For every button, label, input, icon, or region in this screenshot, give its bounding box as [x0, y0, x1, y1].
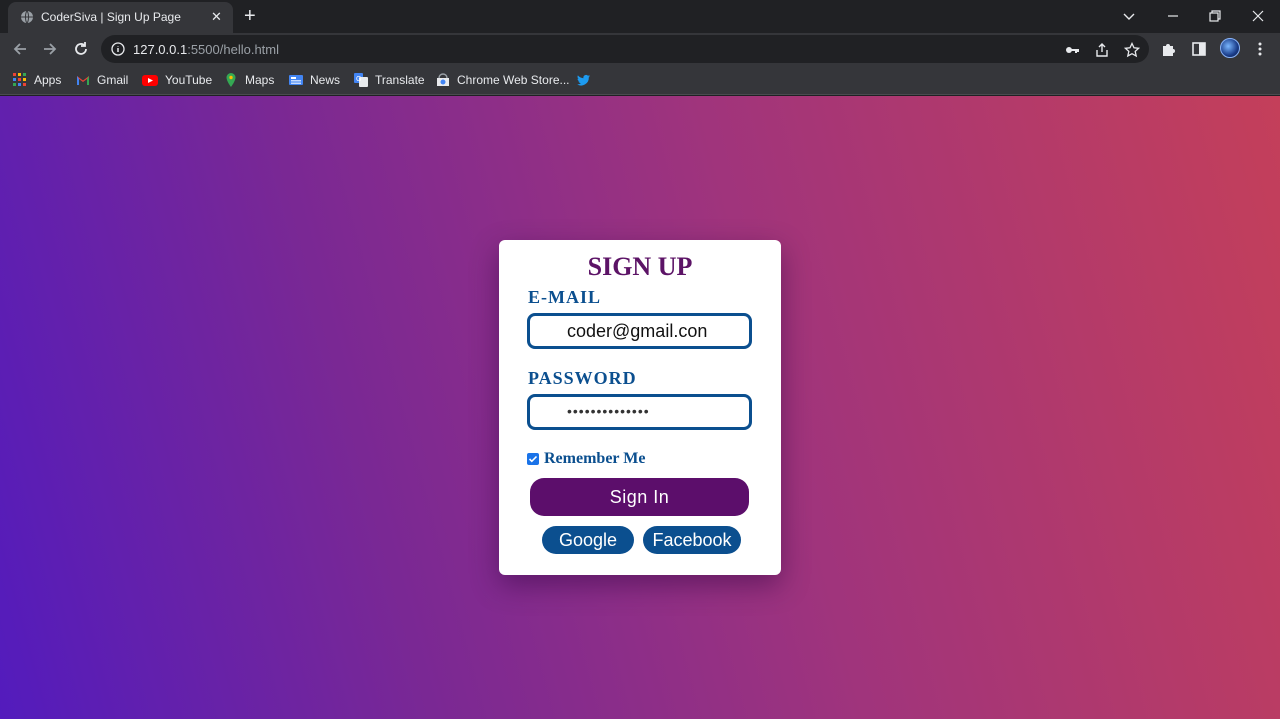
bookmark-maps[interactable]: Maps [224, 71, 274, 89]
bookmark-label: Gmail [97, 73, 129, 87]
browser-toolbar: 127.0.0.1:5500/hello.html [0, 33, 1280, 65]
translate-icon: G [354, 73, 368, 87]
password-label: PASSWORD [528, 368, 637, 388]
bookmark-translate[interactable]: G Translate [354, 71, 425, 89]
close-window-icon[interactable] [1248, 6, 1268, 26]
tab-title: CoderSiva | Sign Up Page [41, 10, 181, 24]
bookmark-label: Chrome Web Store... [457, 73, 570, 87]
sign-in-button[interactable]: Sign In [530, 478, 749, 516]
restore-icon[interactable] [1205, 6, 1225, 26]
gmail-icon [76, 73, 90, 87]
minimize-icon[interactable] [1163, 6, 1183, 26]
remember-me-checkbox[interactable] [527, 453, 539, 465]
more-menu-icon[interactable] [1252, 41, 1268, 57]
bookmark-label: YouTube [165, 73, 213, 87]
password-field[interactable]: •••••••••••••• [527, 394, 752, 430]
new-tab-button[interactable]: + [244, 5, 256, 27]
tab-close-icon[interactable]: ✕ [211, 9, 222, 25]
browser-tab[interactable]: CoderSiva | Sign Up Page ✕ [8, 2, 233, 33]
bookmark-label: Apps [34, 73, 62, 87]
page-title: SIGN UP [587, 252, 693, 281]
forward-arrow-icon[interactable] [41, 40, 59, 58]
bookmark-twitter[interactable] [577, 71, 598, 89]
remember-me-row: Remember Me [527, 450, 645, 468]
bookmark-apps[interactable]: Apps [13, 71, 61, 89]
bookmark-youtube[interactable]: YouTube [142, 71, 212, 89]
bookmark-gmail[interactable]: Gmail [76, 71, 128, 89]
info-icon[interactable] [111, 42, 125, 61]
bookmark-news[interactable]: News [289, 71, 340, 89]
bookmark-label: News [310, 73, 341, 87]
page-background: SIGN UP E-MAIL PASSWORD •••••••••••••• R… [0, 96, 1280, 719]
signup-card: SIGN UP E-MAIL PASSWORD •••••••••••••• R… [499, 240, 781, 575]
email-field[interactable] [527, 313, 752, 349]
chrome-web-store-icon [436, 73, 450, 87]
password-masked-value: •••••••••••••• [567, 403, 650, 419]
google-button[interactable]: Google [542, 526, 634, 554]
svg-text:G: G [356, 76, 361, 83]
maps-icon [224, 73, 238, 87]
bookmark-label: Translate [375, 73, 425, 87]
share-icon[interactable] [1094, 42, 1110, 58]
news-icon [289, 73, 303, 87]
youtube-icon [142, 73, 158, 87]
twitter-icon [577, 73, 591, 87]
remember-me-label[interactable]: Remember Me [544, 450, 645, 468]
apps-grid-icon [13, 73, 27, 87]
address-bar[interactable]: 127.0.0.1:5500/hello.html [101, 35, 1149, 63]
profile-avatar[interactable] [1220, 38, 1240, 58]
url-host: 127.0.0.1 [133, 42, 188, 57]
url-text: 127.0.0.1:5500/hello.html [133, 42, 279, 57]
facebook-button[interactable]: Facebook [643, 526, 741, 554]
bookmark-label: Maps [245, 73, 275, 87]
key-icon[interactable] [1064, 42, 1080, 58]
bookmarks-bar: Apps Gmail YouTube Maps News G Translate [0, 65, 1280, 95]
reload-icon[interactable] [72, 40, 90, 58]
star-icon[interactable] [1123, 41, 1141, 58]
bookmark-chrome-web-store[interactable]: Chrome Web Store... [436, 71, 570, 89]
email-label: E-MAIL [528, 287, 601, 307]
tab-strip: CoderSiva | Sign Up Page ✕ + [0, 0, 1280, 33]
globe-icon [20, 10, 34, 24]
tab-search-icon[interactable] [1119, 6, 1139, 26]
side-panel-icon[interactable] [1191, 41, 1207, 57]
extensions-puzzle-icon[interactable] [1161, 41, 1177, 57]
url-path: :5500/hello.html [187, 42, 279, 57]
back-arrow-icon[interactable] [11, 40, 29, 58]
